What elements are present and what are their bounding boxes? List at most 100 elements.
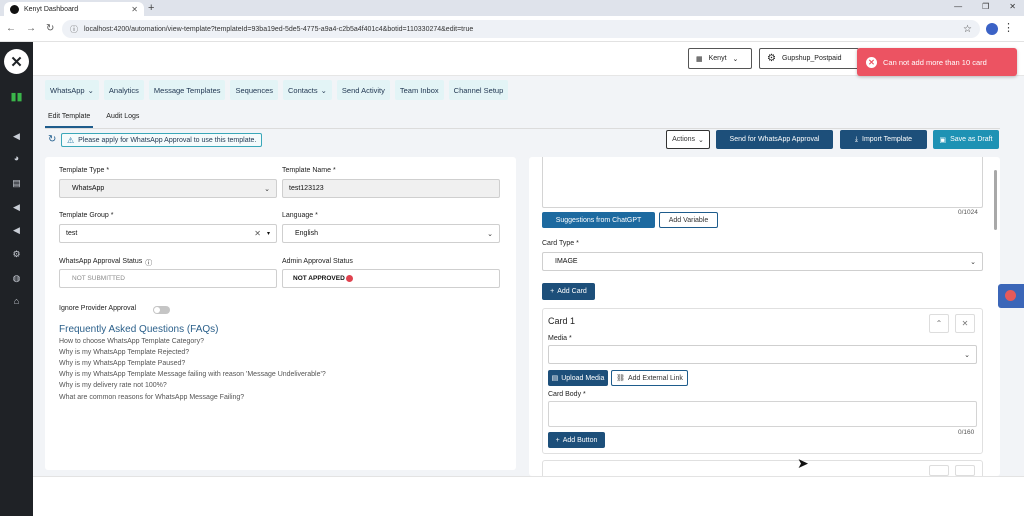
remove-card-icon[interactable] [955,465,975,476]
browser-menu-icon[interactable]: ⋮ [1003,21,1014,34]
top-menu: WhatsApp ⌄ Analytics Message Templates Se… [45,80,509,100]
button-label: Save as Draft [950,136,993,143]
add-card-button[interactable]: + Add Card [542,283,595,300]
url-field[interactable]: ⓘ localhost:4200/automation/view-templat… [62,20,980,38]
body-textarea[interactable] [542,157,983,208]
template-group-select[interactable]: test ✕ ▾ [59,224,277,243]
analytics-nav-icon[interactable]: ▮▮ [9,90,24,103]
button-label: Add Variable [668,216,709,224]
add-button-button[interactable]: + Add Button [548,432,605,448]
menu-message-templates[interactable]: Message Templates [148,80,226,100]
menu-label: Contacts [288,85,318,95]
language-select[interactable]: English ⌄ [282,224,500,243]
account-dropdown[interactable]: ▦ Kenyt ⌄ [688,48,752,69]
remove-card-icon[interactable]: ✕ [955,314,975,333]
save-draft-button[interactable]: ▣ Save as Draft [933,130,999,149]
reload-icon[interactable]: ↻ [46,23,54,34]
add-variable-button[interactable]: Add Variable [659,212,718,228]
error-toast: ✕ Can not add more than 10 card [857,48,1017,76]
template-name-input[interactable]: test123123 [282,179,500,198]
help-icon[interactable]: ⓘ [145,258,152,268]
url-text: localhost:4200/automation/view-template?… [84,25,474,33]
media-select[interactable]: ⌄ [548,345,977,364]
chevron-up-icon[interactable] [929,465,949,476]
maximize-icon[interactable]: ❐ [982,2,989,11]
card-title: Card 1 [548,316,576,326]
admin-status-label: Admin Approval Status [282,258,353,265]
menu-analytics[interactable]: Analytics [103,80,144,100]
tab-audit-logs[interactable]: Audit Logs [103,112,142,128]
menu-channel-setup[interactable]: Channel Setup [448,80,509,100]
ignore-provider-label: Ignore Provider Approval [59,305,137,312]
faq-item[interactable]: Why is my delivery rate not 100%? [59,382,167,389]
template-type-select[interactable]: WhatsApp ⌄ [59,179,277,198]
import-template-button[interactable]: ⤓ Import Template [840,130,927,149]
faq-item[interactable]: Why is my WhatsApp Template Message fail… [59,371,326,378]
minimize-icon[interactable]: — [954,2,962,11]
faq-item[interactable]: What are common reasons for WhatsApp Mes… [59,394,244,401]
template-name-label: Template Name * [282,167,336,174]
save-icon: ▣ [939,136,947,144]
refresh-icon[interactable]: ↻ [48,134,56,145]
settings-nav-icon[interactable]: ⚙ [9,249,24,261]
provider-dropdown[interactable]: ⚙ Gupshup_Postpaid [759,48,859,69]
ignore-provider-toggle[interactable] [153,306,170,314]
faq-item[interactable]: Why is my WhatsApp Template Paused? [59,360,185,367]
file-icon: ▤ [551,375,559,382]
menu-send-activity[interactable]: Send Activity [336,80,390,100]
select-value: IMAGE [555,258,578,265]
button-label: Add External Link [628,374,683,382]
campaign-nav-icon[interactable]: ◀ [9,225,24,237]
actions-dropdown[interactable]: Actions ⌄ [666,130,710,149]
provider-name: Gupshup_Postpaid [781,55,842,62]
card-body-label: Card Body * [548,391,586,398]
notice-text: Please apply for WhatsApp Approval to us… [78,136,257,144]
language-label: Language * [282,212,318,219]
broadcast-nav-icon[interactable]: ◀ [9,202,24,214]
error-close-icon[interactable]: ✕ [866,56,877,68]
select-value: English [295,230,318,237]
chatgpt-suggestions-button[interactable]: Suggestions from ChatGPT [542,212,655,228]
wa-status-label-wrap: WhatsApp Approval Status ⓘ [59,258,152,268]
card-1-container [542,308,983,454]
warning-icon: ⚠ [67,135,75,145]
card-body-textarea[interactable] [548,401,977,427]
help-widget-icon[interactable] [998,284,1024,308]
menu-contacts[interactable]: Contacts ⌄ [283,80,332,100]
menu-whatsapp[interactable]: WhatsApp ⌄ [45,80,99,100]
tab-edit-template[interactable]: Edit Template [45,112,94,128]
site-info-icon[interactable]: ⓘ [70,24,78,35]
chevron-up-icon[interactable]: ⌃ [929,314,949,333]
panel-scrollbar[interactable] [994,170,997,230]
add-external-link-button[interactable]: ⛓ Add External Link [611,370,688,386]
close-tab-icon[interactable]: ✕ [131,5,138,14]
forward-icon[interactable]: → [26,23,36,34]
profile-avatar-icon[interactable] [986,23,998,35]
browser-nav: ← → ↻ [6,23,54,34]
browser-tab-bar: Kenyt Dashboard ✕ + — ❐ ✕ [0,0,1024,16]
clear-icon[interactable]: ✕ [254,229,261,238]
back-icon[interactable]: ← [6,23,16,34]
chat-nav-icon[interactable]: ▤ [9,178,24,190]
org-icon: ▦ [696,55,703,63]
faq-item[interactable]: Why is my WhatsApp Template Rejected? [59,349,189,356]
app-logo[interactable]: ✕ [4,49,29,74]
send-approval-button[interactable]: Send for WhatsApp Approval [716,130,833,149]
card-type-select[interactable]: IMAGE ⌄ [542,252,983,271]
chevron-down-icon: ⌄ [964,351,970,359]
upload-media-button[interactable]: ▤ Upload Media [548,370,608,386]
menu-label: Team Inbox [399,85,439,95]
browser-tab[interactable]: Kenyt Dashboard ✕ [4,2,144,16]
support-nav-icon[interactable]: ◍ [9,273,24,285]
megaphone-nav-icon[interactable]: ◀ [9,131,24,143]
bookmark-star-icon[interactable]: ☆ [963,24,972,35]
faq-item[interactable]: How to choose WhatsApp Template Category… [59,338,204,345]
close-window-icon[interactable]: ✕ [1009,2,1016,11]
new-tab-icon[interactable]: + [148,2,154,14]
pie-chart-nav-icon[interactable]: ◕ [9,153,24,165]
card-body-counter: 0/160 [958,429,975,436]
menu-sequences[interactable]: Sequences [230,80,279,100]
download-icon: ⤓ [854,135,859,143]
home-nav-icon[interactable]: ⌂ [9,296,24,308]
menu-team-inbox[interactable]: Team Inbox [394,80,444,100]
